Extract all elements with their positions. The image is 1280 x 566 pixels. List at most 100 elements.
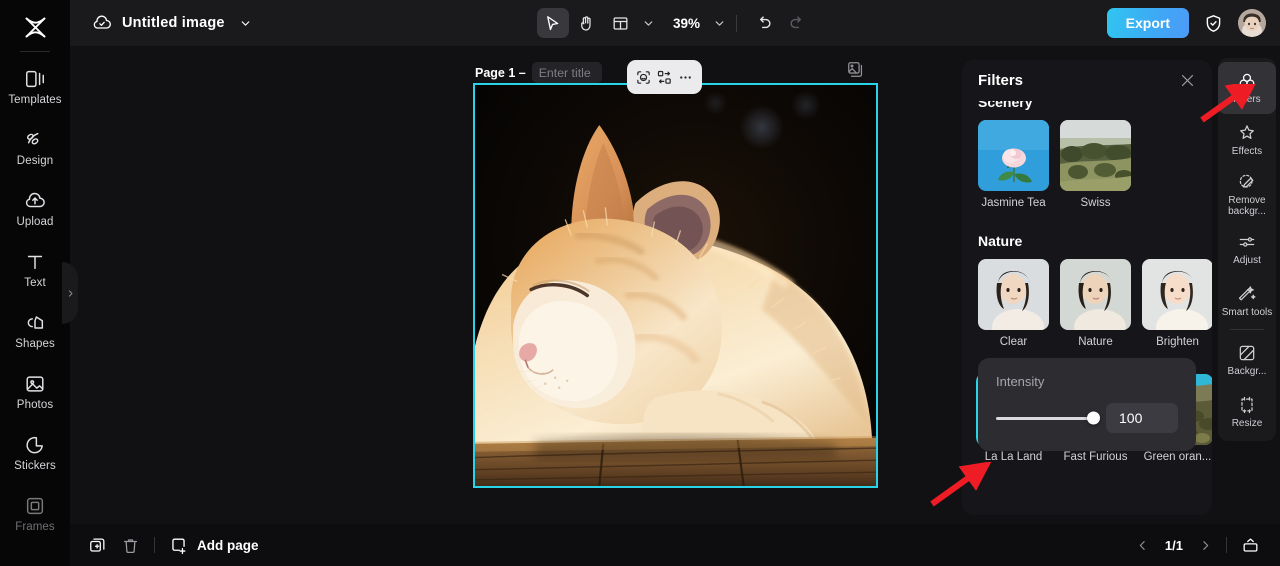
select-tool-button[interactable] [537, 8, 569, 38]
sidebar-item-photos[interactable]: Photos [0, 361, 70, 422]
sidebar-item-templates[interactable]: Templates [0, 56, 70, 117]
filter-label: Brighten [1142, 336, 1212, 348]
sidebar-item-frames[interactable]: Frames [0, 483, 70, 544]
filter-label: Green oran... [1142, 451, 1212, 463]
layout-tool-group[interactable] [605, 8, 655, 38]
filter-grid-nature: Clear [978, 259, 1196, 348]
add-page-button[interactable]: Add page [169, 536, 259, 555]
chevron-right-icon[interactable] [1199, 539, 1212, 552]
layers-icon[interactable] [846, 60, 865, 79]
redo-button[interactable] [781, 8, 813, 38]
bottom-bar-right: 1/1 [1136, 536, 1264, 555]
canvas-image-cat[interactable] [475, 85, 876, 486]
sidebar-label: Stickers [14, 460, 56, 472]
chevron-down-icon[interactable] [239, 17, 252, 30]
sidebar-item-upload[interactable]: Upload [0, 178, 70, 239]
sidebar-label: Shapes [15, 338, 55, 350]
filter-item-clear[interactable]: Clear [978, 259, 1049, 348]
layout-grid-icon [611, 14, 630, 33]
effects-icon [1237, 123, 1257, 143]
right-tool-rail: Filters Effects Remove backgr... [1218, 58, 1276, 441]
page-title-input[interactable] [532, 62, 602, 83]
filters-panel-body[interactable]: Scenery [962, 101, 1212, 515]
intensity-slider-knob[interactable] [1087, 412, 1100, 425]
filter-item-brighten[interactable]: Brighten [1142, 259, 1212, 348]
background-icon [1237, 343, 1257, 363]
filters-panel-title: Filters [978, 72, 1023, 89]
filter-item-swiss[interactable]: Swiss [1060, 120, 1131, 209]
filter-thumbnail [978, 259, 1049, 330]
intensity-row: 100 [996, 403, 1178, 433]
filter-thumbnail [1060, 120, 1131, 191]
page-number-label: Page 1 – [475, 66, 526, 80]
cutout-button[interactable] [634, 67, 654, 87]
undo-icon [754, 14, 773, 33]
rail-item-background[interactable]: Backgr... [1218, 333, 1276, 385]
more-options-button[interactable] [676, 67, 696, 87]
header-left: Untitled image [70, 13, 370, 33]
filter-item-jasmine-tea[interactable]: Jasmine Tea [978, 120, 1049, 209]
layout-tool-button[interactable] [605, 8, 637, 38]
undo-button[interactable] [747, 8, 779, 38]
capcut-logo[interactable] [0, 6, 70, 48]
canvas-area[interactable]: Page 1 – [70, 46, 955, 524]
rail-item-resize[interactable]: Resize [1218, 385, 1276, 437]
filters-panel-header: Filters [962, 60, 1212, 101]
chevron-left-icon[interactable] [1136, 539, 1149, 552]
zoom-control[interactable]: 39% [669, 16, 726, 31]
image-float-toolbar [627, 60, 702, 94]
rail-item-effects[interactable]: Effects [1218, 114, 1276, 166]
expand-panel-handle[interactable] [62, 262, 78, 324]
photos-icon [24, 373, 46, 395]
filter-item-nature[interactable]: Nature [1060, 259, 1131, 348]
artboard-page-1[interactable] [473, 83, 878, 488]
chevron-down-icon[interactable] [713, 17, 726, 30]
header-right: Export [1107, 8, 1266, 38]
document-title[interactable]: Untitled image [122, 15, 225, 31]
filter-grid-scenery: Jasmine Tea [978, 120, 1196, 209]
upload-cloud-icon [24, 190, 46, 212]
rail-item-filters[interactable]: Filters [1218, 62, 1276, 114]
close-icon[interactable] [1179, 72, 1196, 89]
rail-divider [20, 51, 50, 52]
sidebar-item-stickers[interactable]: Stickers [0, 422, 70, 483]
text-icon [24, 251, 46, 273]
filter-label: Clear [978, 336, 1049, 348]
toggle-panel-icon[interactable] [1241, 536, 1260, 555]
export-button[interactable]: Export [1107, 8, 1189, 38]
sidebar-item-design[interactable]: Design [0, 117, 70, 178]
sidebar-item-text[interactable]: Text [0, 239, 70, 300]
rail-label: Effects [1232, 146, 1262, 157]
duplicate-page-icon[interactable] [88, 536, 107, 555]
filter-label: Swiss [1060, 197, 1131, 209]
cutout-icon [635, 69, 652, 86]
rail-label: Backgr... [1228, 366, 1267, 377]
intensity-slider[interactable] [996, 417, 1094, 420]
templates-icon [24, 68, 46, 90]
filter-thumbnail [978, 120, 1049, 191]
sidebar-label: Photos [17, 399, 53, 411]
cloud-saved-icon[interactable] [92, 13, 112, 33]
rail-item-adjust[interactable]: Adjust [1218, 222, 1276, 274]
sidebar-label: Text [24, 277, 46, 289]
trash-icon[interactable] [121, 536, 140, 555]
header-tools: 39% [505, 8, 845, 38]
bottom-bar: Add page 1/1 [70, 524, 1280, 566]
smart-tools-icon [1237, 284, 1257, 304]
add-page-icon [169, 536, 188, 555]
frames-icon [24, 495, 46, 517]
chevron-down-icon[interactable] [642, 17, 655, 30]
rail-item-smart-tools[interactable]: Smart tools [1218, 274, 1276, 326]
rail-label: Resize [1232, 418, 1263, 429]
sidebar-label: Upload [16, 216, 53, 228]
rail-item-remove-background[interactable]: Remove backgr... [1218, 166, 1276, 222]
shield-check-icon[interactable] [1203, 13, 1224, 34]
user-avatar[interactable] [1238, 9, 1266, 37]
intensity-value-input[interactable]: 100 [1106, 403, 1178, 433]
add-page-label: Add page [197, 538, 259, 553]
replace-image-button[interactable] [655, 67, 675, 87]
sidebar-item-shapes[interactable]: Shapes [0, 300, 70, 361]
zoom-level: 39% [669, 16, 704, 31]
bottom-bar-left: Add page [88, 536, 259, 555]
hand-tool-button[interactable] [571, 8, 603, 38]
